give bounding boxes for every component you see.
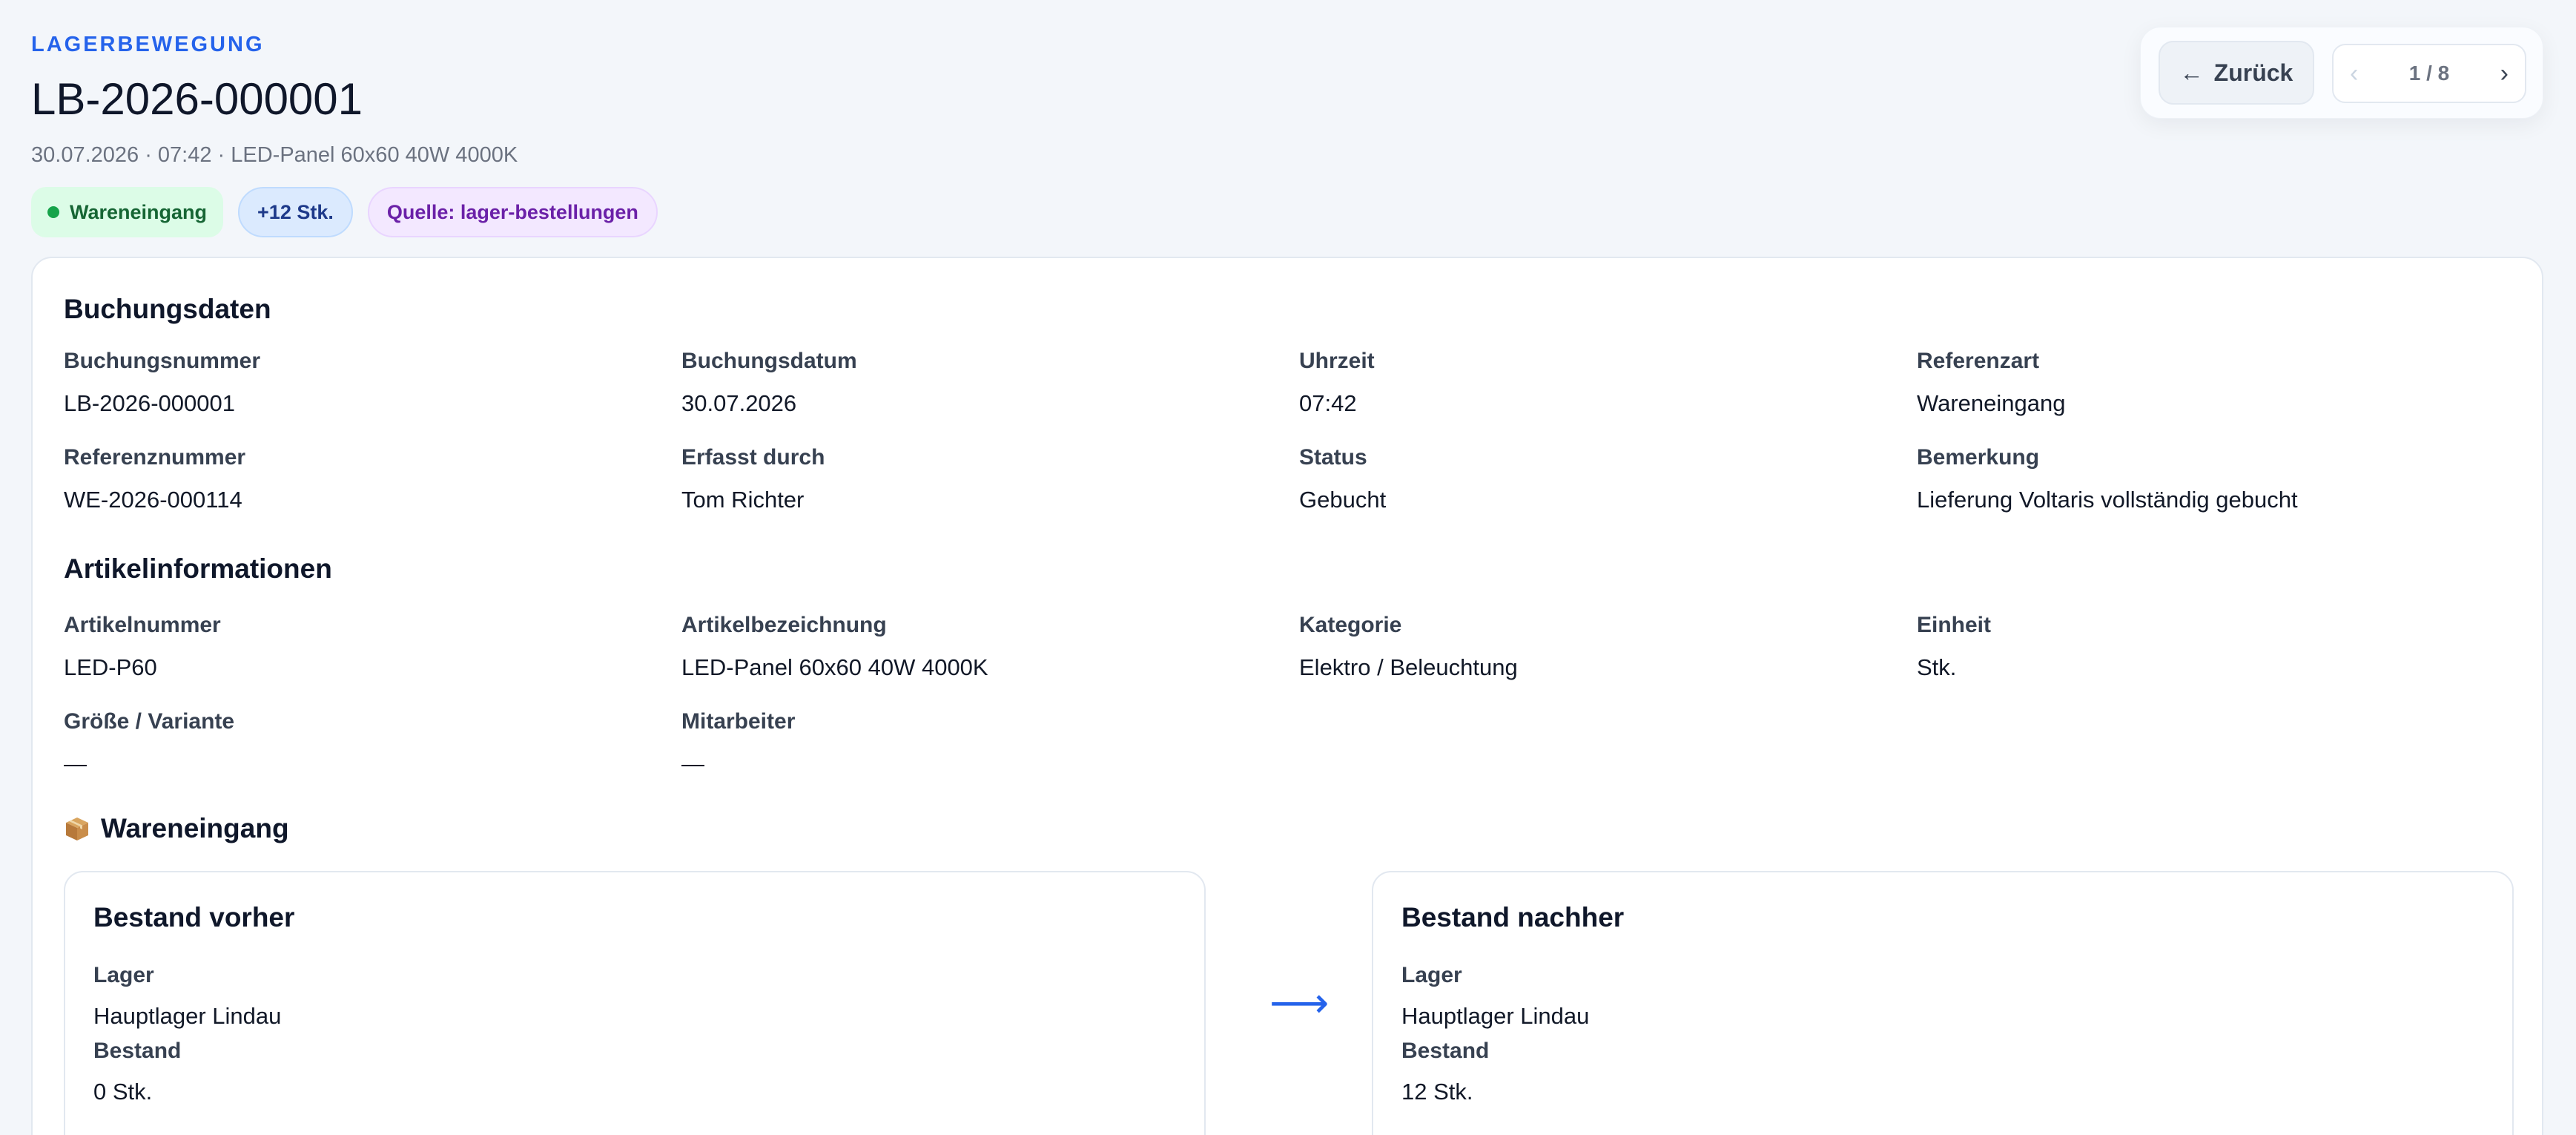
field-label: Status	[1299, 445, 1367, 470]
chevron-left-icon[interactable]: ‹	[2350, 59, 2358, 88]
back-button-label: Zurück	[2213, 59, 2293, 86]
field-value: Lieferung Voltaris vollständig gebucht	[1917, 487, 2298, 513]
article-row-2: Größe / Variante — Mitarbeiter —	[64, 709, 2511, 777]
stock-before-card: Bestand vorher Lager Hauptlager Lindau B…	[64, 871, 1206, 1135]
field-value: Stk.	[1917, 654, 1957, 680]
page-eyebrow: LAGERBEWEGUNG	[31, 33, 265, 56]
quantity-badge: +12 Stk.	[238, 187, 353, 237]
page-subtitle: 30.07.2026 · 07:42 · LED-Panel 60x60 40W…	[31, 143, 518, 167]
field-value: Wareneingang	[1917, 390, 2066, 416]
field-value: 30.07.2026	[681, 390, 797, 416]
field-label: Uhrzeit	[1299, 349, 1375, 373]
warehouse-label: Lager	[93, 963, 154, 987]
pager: ‹ 1 / 8 ›	[2332, 44, 2526, 103]
package-icon	[64, 815, 90, 842]
booking-row-2: Referenznummer WE-2026-000114 Erfasst du…	[64, 445, 2511, 513]
field-status: Status Gebucht	[1299, 445, 1386, 513]
stock-value: 12 Stk.	[1401, 1079, 1473, 1105]
field-label: Größe / Variante	[64, 709, 235, 734]
field-label: Buchungsnummer	[64, 349, 261, 373]
field-value: Gebucht	[1299, 487, 1387, 513]
field-value: —	[64, 751, 87, 777]
field-buchungsdatum: Buchungsdatum 30.07.2026	[681, 349, 857, 417]
warehouse-value: Hauptlager Lindau	[93, 1003, 282, 1029]
field-value: WE-2026-000114	[64, 487, 242, 513]
stock-before-title: Bestand vorher	[93, 902, 295, 932]
field-value: LED-P60	[64, 654, 157, 680]
stock-label: Bestand	[93, 1039, 182, 1063]
navigation-panel: ← Zurück ‹ 1 / 8 ›	[2140, 27, 2543, 119]
status-dot-icon	[47, 206, 59, 218]
field-value: —	[681, 751, 704, 777]
field-bemerkung: Bemerkung Lieferung Voltaris vollständig…	[1917, 445, 2298, 513]
field-label: Erfasst durch	[681, 445, 825, 470]
field-artikelbezeichnung: Artikelbezeichnung LED-Panel 60x60 40W 4…	[681, 613, 988, 681]
page-indicator: 1 / 8	[2408, 62, 2450, 85]
arrow-right-icon: ⟶	[1269, 979, 1330, 1026]
booking-row-1: Buchungsnummer LB-2026-000001 Buchungsda…	[64, 349, 2511, 416]
movement-type-badge: Wareneingang	[31, 187, 224, 237]
stock-label: Bestand	[1401, 1039, 1490, 1063]
field-label: Referenzart	[1917, 349, 2040, 373]
article-section-title: Artikelinformationen	[64, 553, 332, 584]
field-label: Bemerkung	[1917, 445, 2040, 470]
field-value: LB-2026-000001	[64, 390, 235, 416]
badge-row: Wareneingang +12 Stk. Quelle: lager-best…	[31, 187, 658, 237]
detail-card: Buchungsdaten Buchungsnummer LB-2026-000…	[31, 257, 2543, 1135]
page-header: LAGERBEWEGUNG LB-2026-000001 30.07.2026 …	[31, 33, 658, 237]
field-mitarbeiter: Mitarbeiter —	[681, 709, 795, 777]
field-groesse-variante: Größe / Variante —	[64, 709, 234, 777]
movement-section-title: Wareneingang	[64, 813, 289, 844]
field-referenzart: Referenzart Wareneingang	[1917, 349, 2066, 417]
field-uhrzeit: Uhrzeit 07:42	[1299, 349, 1375, 417]
stock-after-title: Bestand nachher	[1401, 902, 1625, 932]
field-label: Artikelnummer	[64, 613, 221, 637]
page-title: LB-2026-000001	[31, 74, 363, 124]
arrow-left-icon: ←	[2179, 59, 2204, 86]
movement-title-label: Wareneingang	[101, 813, 289, 843]
warehouse-value: Hauptlager Lindau	[1401, 1003, 1590, 1029]
field-label: Mitarbeiter	[681, 709, 796, 734]
booking-section-title: Buchungsdaten	[64, 294, 271, 324]
field-value: LED-Panel 60x60 40W 4000K	[681, 654, 988, 680]
field-label: Referenznummer	[64, 445, 246, 470]
movement-type-label: Wareneingang	[70, 200, 208, 223]
warehouse-label: Lager	[1401, 963, 1462, 987]
stock-value: 0 Stk.	[93, 1079, 153, 1105]
stock-after-card: Bestand nachher Lager Hauptlager Lindau …	[1372, 871, 2514, 1135]
field-label: Buchungsdatum	[681, 349, 857, 373]
field-value: Tom Richter	[681, 487, 805, 513]
field-einheit: Einheit Stk.	[1917, 613, 1991, 681]
field-value: 07:42	[1299, 390, 1357, 416]
field-value: Elektro / Beleuchtung	[1299, 654, 1518, 680]
field-referenznummer: Referenznummer WE-2026-000114	[64, 445, 245, 513]
back-button[interactable]: ← Zurück	[2159, 41, 2314, 105]
field-erfasst-durch: Erfasst durch Tom Richter	[681, 445, 825, 513]
field-kategorie: Kategorie Elektro / Beleuchtung	[1299, 613, 1518, 681]
article-row-1: Artikelnummer LED-P60 Artikelbezeichnung…	[64, 613, 2511, 680]
field-buchungsnummer: Buchungsnummer LB-2026-000001	[64, 349, 260, 417]
source-badge: Quelle: lager-bestellungen	[367, 187, 658, 237]
field-label: Kategorie	[1299, 613, 1402, 637]
field-label: Artikelbezeichnung	[681, 613, 887, 637]
chevron-right-icon[interactable]: ›	[2500, 59, 2509, 88]
field-label: Einheit	[1917, 613, 1992, 637]
field-artikelnummer: Artikelnummer LED-P60	[64, 613, 221, 681]
